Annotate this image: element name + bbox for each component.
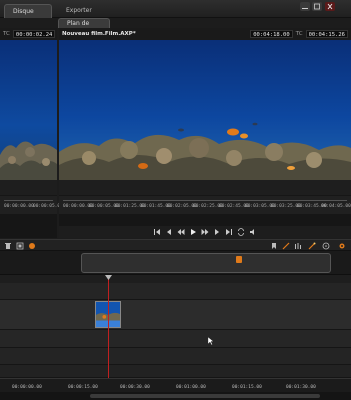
loop-icon[interactable]	[237, 228, 245, 236]
playhead-handle-icon[interactable]	[105, 275, 112, 280]
settings-icon[interactable]	[338, 242, 346, 250]
project-title: Nouveau film.Film.AXP*	[62, 31, 136, 37]
dvd-icon[interactable]	[322, 242, 330, 250]
program-viewer-header: Nouveau film.Film.AXP* 00:04:18.00 TC 00…	[59, 28, 351, 40]
track-row[interactable]	[0, 300, 351, 330]
source-scrubber[interactable]: 00:00:00.00 00:00:05.00	[0, 196, 63, 214]
go-end-icon[interactable]	[225, 228, 233, 236]
timeline-ruler-label: 00:01:00.00	[176, 385, 206, 390]
tab-editing-plan[interactable]: Plan de montage	[58, 18, 110, 37]
timeline-ruler-label: 00:00:15.00	[68, 385, 98, 390]
timeline-ruler-label: 00:00:00.00	[12, 385, 42, 390]
prev-frame-icon[interactable]	[165, 228, 173, 236]
timeline-toolbar	[0, 239, 351, 251]
marker-icon[interactable]	[270, 242, 278, 250]
timeline-ruler-label: 00:00:30.00	[120, 385, 150, 390]
volume-icon[interactable]	[249, 228, 257, 236]
transport-controls	[59, 226, 351, 238]
timeline-ruler-label: 00:01:15.00	[232, 385, 262, 390]
close-icon[interactable]	[325, 2, 335, 11]
source-ruler-label: 00:00:00.00	[4, 204, 34, 209]
track-row[interactable]	[0, 348, 351, 365]
timeline-ruler-top[interactable]	[0, 275, 351, 283]
track-row[interactable]	[0, 283, 351, 300]
next-frame-icon[interactable]	[213, 228, 221, 236]
mouse-pointer-icon	[208, 337, 214, 345]
snap-icon[interactable]	[28, 242, 36, 250]
track-row[interactable]	[0, 330, 351, 348]
program-video-frame	[59, 40, 351, 195]
source-video-frame	[0, 40, 57, 195]
film-icon[interactable]	[16, 242, 24, 250]
source-viewer: TC 00:00:02.24 00:00:00.00 00:00:05.00	[0, 28, 63, 238]
timeline-ruler-label: 00:01:30.00	[286, 385, 316, 390]
audio-mixer-icon[interactable]	[294, 242, 302, 250]
razor-icon[interactable]	[282, 242, 290, 250]
program-ruler-label: 00:04:05.00	[321, 204, 351, 209]
scrollbar-thumb[interactable]	[90, 394, 320, 398]
tab-disc[interactable]: Disque	[4, 4, 52, 18]
timeline-horizontal-scrollbar[interactable]	[0, 392, 351, 400]
program-viewer: Nouveau film.Film.AXP* 00:04:18.00 TC 00…	[59, 28, 351, 238]
program-scrubber[interactable]: 00:00:00.00 00:00:05.00 00:01:25.00 00:0…	[59, 196, 351, 214]
timeline-playhead[interactable]	[108, 276, 109, 386]
navigator-view-window[interactable]	[81, 253, 331, 273]
timeline-ruler-bottom[interactable]: 00:00:00.00 00:00:15.00 00:00:30.00 00:0…	[0, 378, 351, 392]
source-viewer-header: TC 00:00:02.24	[0, 28, 57, 40]
timeline-tracks[interactable]	[0, 283, 351, 378]
minimize-icon[interactable]	[300, 2, 310, 11]
top-tab-bar: Disque Exporter	[0, 0, 351, 18]
tc-label: TC	[295, 31, 303, 37]
project-duration: 00:04:18.00	[250, 30, 293, 38]
navigator-position-marker[interactable]	[236, 256, 242, 263]
play-icon[interactable]	[189, 228, 197, 236]
fast-forward-icon[interactable]	[201, 228, 209, 236]
go-start-icon[interactable]	[153, 228, 161, 236]
track-row[interactable]	[0, 365, 351, 378]
program-timecode[interactable]: 00:04:15.26	[305, 30, 348, 38]
magic-wand-icon[interactable]	[308, 242, 316, 250]
trash-icon[interactable]	[4, 242, 12, 250]
tab-export[interactable]: Exporter	[58, 4, 98, 18]
maximize-icon[interactable]	[312, 2, 322, 11]
source-timecode[interactable]: 00:00:02.24	[12, 30, 56, 38]
tc-label: TC	[3, 31, 10, 37]
timeline-navigator[interactable]	[0, 251, 351, 275]
rewind-icon[interactable]	[177, 228, 185, 236]
